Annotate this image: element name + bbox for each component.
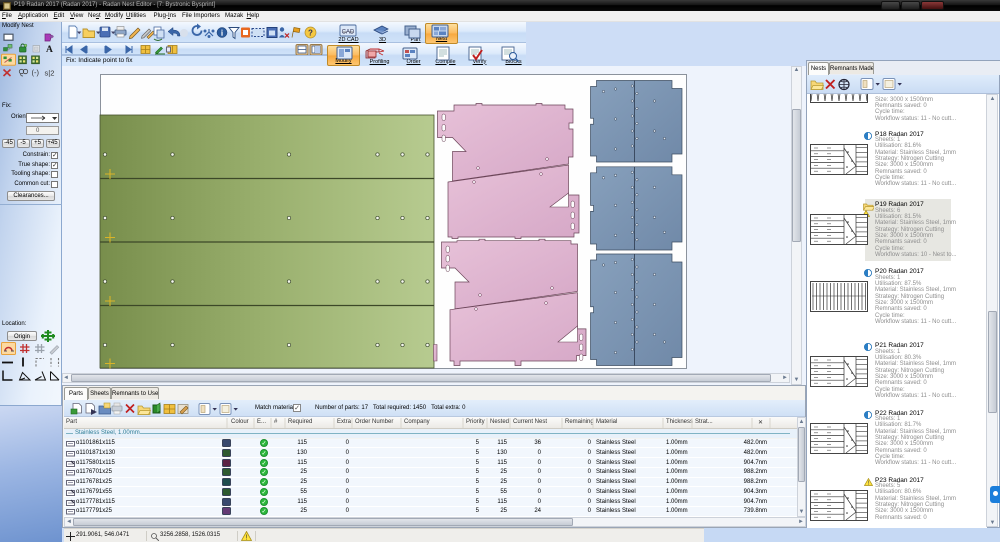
svg-text:!: ! [246, 535, 248, 541]
svg-text:?: ? [308, 29, 313, 38]
svg-text:(-): (-) [32, 68, 40, 77]
svg-text:CAD: CAD [342, 30, 355, 36]
svg-text:s|2: s|2 [45, 69, 55, 78]
svg-text:A: A [46, 45, 53, 55]
